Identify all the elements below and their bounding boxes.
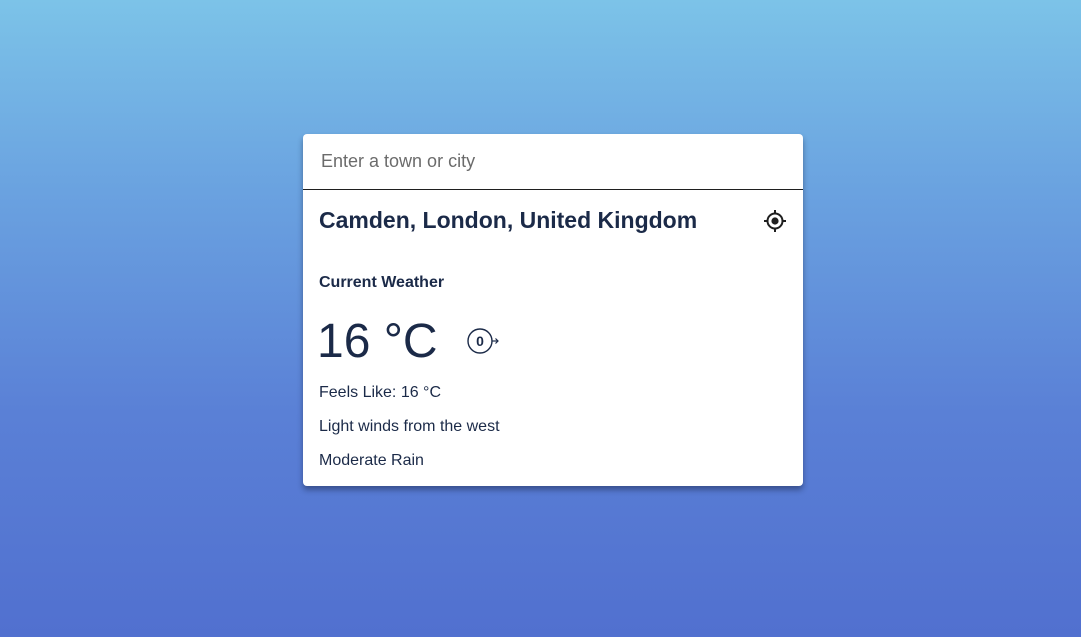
wind-speed-value: 0 [476,333,484,349]
current-weather-heading: Current Weather [319,274,445,291]
crosshair-target-icon [764,210,786,232]
locate-me-button[interactable] [763,209,787,233]
weather-condition: Moderate Rain [319,452,424,469]
wind-indicator: 0 [467,327,501,355]
search-input[interactable] [303,134,803,189]
weather-card: Camden, London, United Kingdom Current W… [303,134,803,486]
wind-description: Light winds from the west [319,418,500,435]
feels-like-label: Feels Like [319,384,401,401]
location-name: Camden, London, United Kingdom [319,207,698,233]
temperature-value: 16 °C [317,315,438,368]
feels-like-value: 16 °C [400,384,442,401]
wind-direction-arrow-icon: 0 [467,328,499,354]
feels-like: Feels Like16 °C [319,384,441,402]
search-bar [303,134,803,190]
